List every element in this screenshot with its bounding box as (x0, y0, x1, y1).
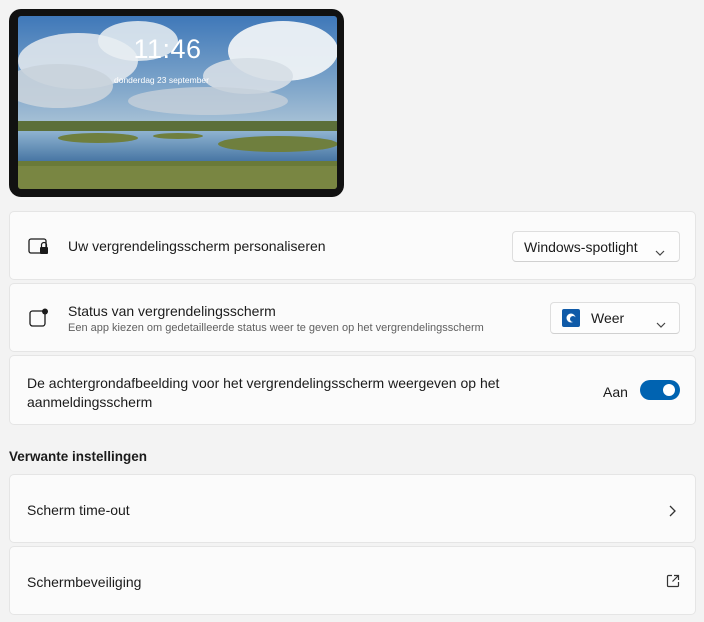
status-label: Status van vergrendelingsscherm (68, 303, 276, 319)
status-app-icon (29, 308, 49, 333)
toggle-knob (663, 384, 675, 396)
signin-background-label-line1: De achtergrondafbeelding voor het vergre… (27, 375, 500, 391)
related-item-screen-timeout[interactable]: Scherm time-out (9, 474, 696, 543)
dropdown-value: Weer (591, 310, 625, 326)
related-item-label: Schermbeveiliging (27, 574, 142, 590)
preview-clock-date: donderdag 23 september (114, 75, 209, 85)
lockscreen-personalize-label: Uw vergrendelingsscherm personaliseren (68, 238, 326, 254)
status-app-dropdown[interactable]: Weer (550, 302, 680, 334)
preview-clock-time: 11:46 (133, 34, 202, 64)
signin-background-label-line2: aanmeldingsscherm (27, 394, 153, 410)
related-settings-title: Verwante instellingen (9, 449, 148, 464)
signin-background-card: De achtergrondafbeelding voor het vergre… (9, 355, 696, 425)
preview-image: 11:46 donderdag 23 september (18, 16, 337, 189)
lockscreen-icon (28, 237, 50, 262)
signin-background-toggle[interactable] (640, 380, 680, 400)
weather-app-icon (562, 309, 580, 327)
related-item-screensaver[interactable]: Schermbeveiliging (9, 546, 696, 615)
chevron-down-icon (656, 315, 666, 331)
lockscreen-personalize-card: Uw vergrendelingsscherm personaliseren W… (9, 211, 696, 280)
related-item-label: Scherm time-out (27, 502, 130, 518)
chevron-right-icon (669, 504, 676, 522)
dropdown-value: Windows-spotlight (524, 239, 638, 255)
lockscreen-background-dropdown[interactable]: Windows-spotlight (512, 231, 680, 262)
status-description: Een app kiezen om gedetailleerde status … (68, 322, 484, 334)
lockscreen-status-card: Status van vergrendelingsscherm Een app … (9, 283, 696, 352)
external-link-icon (666, 574, 680, 593)
toggle-state-label: Aan (603, 384, 628, 400)
lockscreen-preview: 11:46 donderdag 23 september (9, 9, 344, 197)
chevron-down-icon (655, 243, 665, 259)
